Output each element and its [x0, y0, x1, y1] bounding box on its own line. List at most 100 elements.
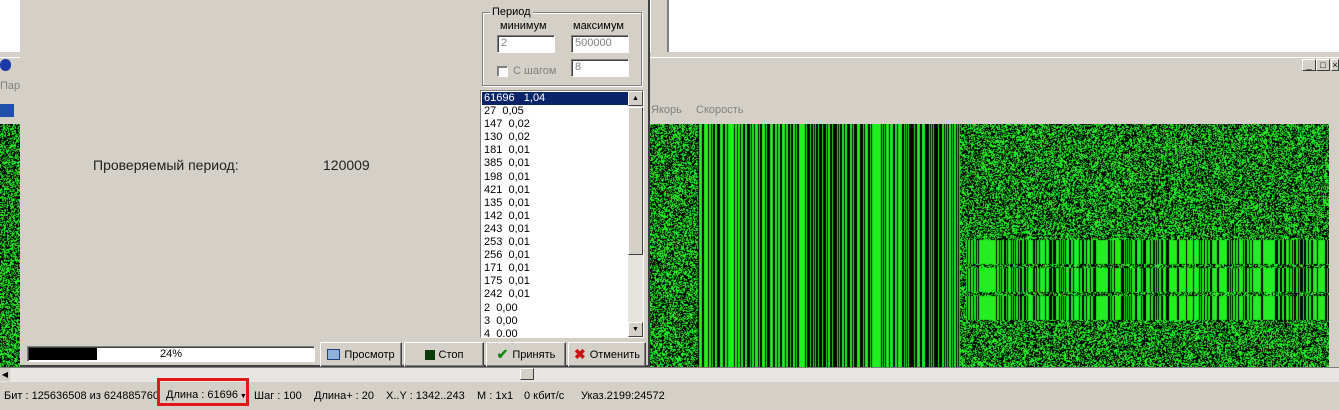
result-period: 3 [484, 314, 491, 327]
menu-item-anchor[interactable]: Якорь [651, 104, 682, 116]
result-score: 0,01 [508, 222, 530, 235]
status-m: M : 1x1 [477, 390, 514, 402]
result-period: 135 [484, 196, 503, 209]
result-score: 0,01 [508, 275, 530, 288]
maximize-icon[interactable]: □ [1316, 59, 1330, 71]
status-pointer: Указ.2199:24572 [581, 390, 665, 402]
result-list-item[interactable]: 130 0,02 [482, 131, 628, 144]
close-icon[interactable]: × [1331, 59, 1339, 71]
scroll-down-icon[interactable]: ▼ [628, 322, 643, 337]
result-list-item[interactable]: 175 0,01 [482, 275, 628, 288]
bitstream-view[interactable] [648, 124, 1329, 367]
status-length-dropdown[interactable]: Длина : 61696 ▼ [157, 378, 249, 406]
result-score: 0,01 [508, 236, 530, 249]
result-score: 0,01 [508, 288, 530, 301]
progress-bar: 24% [27, 346, 315, 362]
result-list-item[interactable]: 61696 1,04 [482, 92, 628, 106]
min-period-field[interactable]: 2 [497, 35, 555, 53]
result-period: 27 [484, 105, 497, 118]
result-period: 242 [484, 288, 503, 301]
max-period-field[interactable]: 500000 [571, 35, 629, 53]
result-period: 385 [484, 157, 503, 170]
result-list-item[interactable]: 3 0,00 [482, 315, 628, 328]
status-xy: X..Y : 1342..243 [386, 390, 465, 402]
result-period: 421 [484, 183, 503, 196]
period-results-list[interactable]: 61696 1,04 27 0,05 147 0,02 130 0,02 181 0,0… [480, 90, 644, 338]
scroll-left-icon[interactable]: ◀ [0, 368, 10, 381]
result-score: 0,01 [508, 196, 530, 209]
result-score: 0,05 [502, 105, 524, 118]
result-list-item[interactable]: 4 0,00 [482, 327, 628, 338]
result-list-item[interactable]: 142 0,01 [482, 210, 628, 223]
preview-button[interactable]: Просмотр [320, 342, 402, 367]
scroll-up-icon[interactable]: ▲ [628, 91, 643, 106]
status-length: Длина : 61696 [166, 389, 238, 401]
result-score: 0,01 [508, 209, 530, 222]
stop-button-label: Стоп [438, 348, 464, 361]
result-period: 253 [484, 236, 503, 249]
step-checkbox[interactable] [497, 66, 508, 77]
list-scroll-thumb[interactable] [628, 107, 643, 255]
max-label: максимум [573, 20, 624, 32]
accept-button[interactable]: ✔ Принять [486, 342, 566, 367]
preview-button-label: Просмотр [344, 348, 395, 361]
result-score: 0,01 [508, 249, 530, 262]
bitstream-view-left[interactable] [0, 124, 20, 367]
result-list-item[interactable]: 242 0,01 [482, 288, 628, 301]
result-score: 0,00 [496, 314, 518, 327]
result-period: 147 [484, 118, 503, 131]
cancel-x-icon: ✖ [574, 346, 586, 362]
list-view-icon[interactable] [0, 104, 14, 117]
result-period: 181 [484, 144, 503, 157]
result-score: 0,01 [508, 144, 530, 157]
checked-period-label: Проверяемый период: [93, 157, 239, 173]
result-score: 0,02 [508, 118, 530, 131]
result-period: 175 [484, 275, 503, 288]
status-speed: 0 кбит/с [524, 390, 565, 402]
status-step: Шаг : 100 [254, 390, 302, 402]
period-group-title: Период [490, 6, 533, 18]
result-list-item[interactable]: 198 0,01 [482, 171, 628, 184]
status-length-plus: Длина+ : 20 [314, 390, 375, 402]
result-list-item[interactable]: 243 0,01 [482, 223, 628, 236]
result-list-item[interactable]: 253 0,01 [482, 236, 628, 249]
chevron-down-icon: ▼ [237, 393, 247, 400]
minimize-icon[interactable]: _ [1302, 59, 1316, 71]
result-score: 0,00 [496, 301, 518, 314]
result-period: 130 [484, 131, 503, 144]
checkmark-icon: ✔ [496, 346, 509, 362]
result-score: 1,04 [523, 92, 546, 104]
result-list-item[interactable]: 147 0,02 [482, 118, 628, 131]
menu-item-speed[interactable]: Скорость [696, 104, 744, 116]
result-score: 0,01 [508, 183, 530, 196]
cancel-button[interactable]: ✖ Отменить [568, 342, 646, 367]
result-list-item[interactable]: 2 0,00 [482, 302, 628, 315]
vertical-splitter[interactable] [650, 0, 668, 52]
result-period: 243 [484, 222, 503, 235]
checked-period-value: 120009 [323, 157, 370, 173]
stop-button[interactable]: Стоп [404, 342, 484, 367]
view-vertical-scrollbar[interactable] [1329, 124, 1339, 367]
result-list-item[interactable]: 421 0,01 [482, 184, 628, 197]
result-period: 4 [484, 327, 491, 338]
progress-label: 24% [159, 348, 183, 360]
result-period: 142 [484, 209, 503, 222]
result-list-item[interactable]: 135 0,01 [482, 197, 628, 210]
min-label: минимум [500, 20, 547, 32]
menu-item-params[interactable]: Пар [0, 80, 20, 92]
result-list-item[interactable]: 171 0,01 [482, 262, 628, 275]
result-period: 256 [484, 249, 503, 262]
top-left-pane [0, 0, 20, 52]
result-score: 0,01 [508, 262, 530, 275]
cancel-button-label: Отменить [589, 348, 640, 361]
stop-icon [424, 349, 435, 360]
result-list-item[interactable]: 385 0,01 [482, 157, 628, 170]
top-right-pane [668, 0, 1339, 52]
result-list-item[interactable]: 181 0,01 [482, 144, 628, 157]
result-period: 2 [484, 301, 491, 314]
scrollbar-thumb[interactable] [520, 368, 534, 380]
result-list-item[interactable]: 27 0,05 [482, 105, 628, 118]
step-field[interactable]: 8 [571, 59, 629, 77]
result-list-item[interactable]: 256 0,01 [482, 249, 628, 262]
result-score: 0,02 [508, 131, 530, 144]
